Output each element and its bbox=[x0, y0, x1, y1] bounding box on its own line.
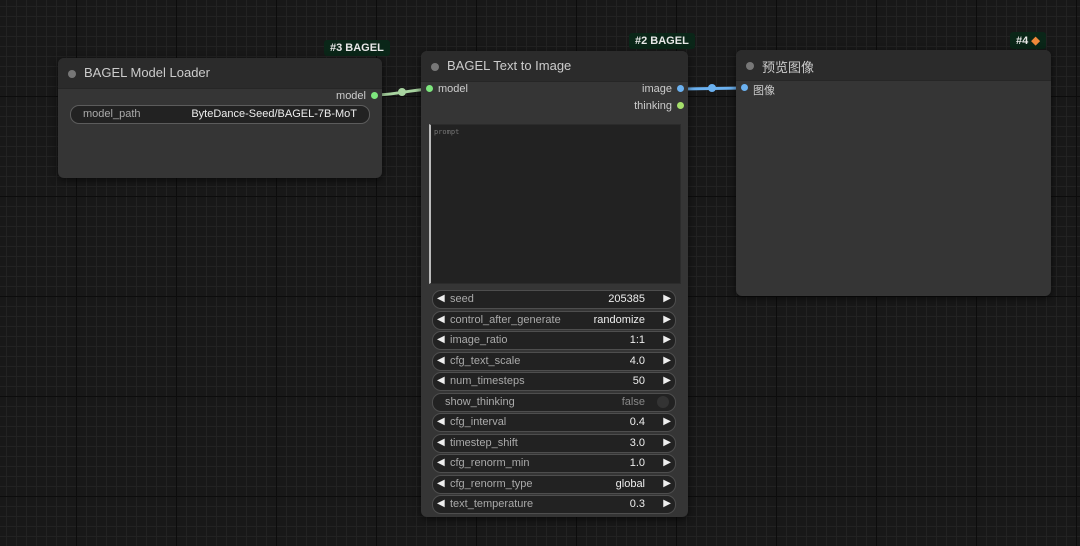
widget-label: image_ratio bbox=[450, 334, 508, 346]
output-slot-image[interactable] bbox=[677, 85, 684, 92]
output-label-image: image bbox=[642, 83, 672, 95]
widget-timestep-shift[interactable]: ◀ ▶ timestep_shift 3.0 bbox=[432, 433, 676, 453]
input-label-image: 图像 bbox=[753, 85, 775, 97]
widget-value: global bbox=[615, 477, 645, 490]
collapse-dot-icon[interactable] bbox=[746, 62, 754, 70]
widget-label: text_temperature bbox=[450, 498, 534, 510]
widget-value: 205385 bbox=[608, 293, 645, 305]
widget-value: 1.0 bbox=[629, 457, 645, 469]
prompt-placeholder: prompt bbox=[434, 128, 460, 136]
toggle-knob-icon[interactable] bbox=[657, 395, 669, 408]
node-header[interactable]: BAGEL Model Loader bbox=[58, 58, 382, 89]
widget-seed[interactable]: ◀ ▶ seed 205385 bbox=[432, 290, 676, 309]
output-slot-model[interactable] bbox=[371, 92, 378, 99]
node-id-badge-preview: #4 ◆ bbox=[1010, 32, 1046, 49]
increment-arrow-icon[interactable]: ▶ bbox=[663, 478, 671, 489]
widget-cfg-text-scale[interactable]: ◀ ▶ cfg_text_scale 4.0 bbox=[432, 351, 676, 371]
widget-image-ratio[interactable]: ◀ ▶ image_ratio 1:1 bbox=[432, 331, 676, 350]
increment-arrow-icon[interactable]: ▶ bbox=[663, 375, 671, 386]
node-preview-image[interactable]: 预览图像 图像 bbox=[736, 50, 1051, 296]
widget-label: cfg_renorm_min bbox=[450, 457, 530, 469]
decrement-arrow-icon[interactable]: ◀ bbox=[437, 334, 445, 345]
node-header[interactable]: BAGEL Text to Image bbox=[421, 51, 688, 82]
increment-arrow-icon[interactable]: ▶ bbox=[663, 314, 671, 325]
widget-num-timesteps[interactable]: ◀ ▶ num_timesteps 50 bbox=[432, 372, 676, 391]
input-label-model: model bbox=[438, 83, 468, 95]
decrement-arrow-icon[interactable]: ◀ bbox=[437, 355, 445, 366]
node-bagel-text-to-image[interactable]: BAGEL Text to Image model image thinking… bbox=[421, 51, 688, 517]
increment-arrow-icon[interactable]: ▶ bbox=[663, 457, 671, 468]
widget-value: 3.0 bbox=[629, 436, 645, 449]
node-id-badge-loader: #3 BAGEL bbox=[324, 40, 390, 56]
model-link-midpoint[interactable] bbox=[398, 88, 406, 96]
node-header[interactable]: 预览图像 bbox=[736, 50, 1051, 81]
widget-value: false bbox=[621, 395, 645, 408]
widget-label: show_thinking bbox=[445, 395, 515, 408]
decrement-arrow-icon[interactable]: ◀ bbox=[437, 375, 445, 386]
widget-value: ByteDance-Seed/BAGEL-7B-MoT bbox=[191, 108, 357, 120]
decrement-arrow-icon[interactable]: ◀ bbox=[437, 457, 445, 468]
widget-label: model_path bbox=[83, 108, 141, 120]
widget-label: timestep_shift bbox=[450, 436, 518, 449]
image-link-midpoint[interactable] bbox=[708, 84, 716, 92]
prompt-textarea[interactable]: prompt bbox=[429, 124, 681, 284]
widget-cfg-interval[interactable]: ◀ ▶ cfg_interval 0.4 bbox=[432, 413, 676, 432]
collapse-dot-icon[interactable] bbox=[431, 63, 439, 71]
widget-label: seed bbox=[450, 293, 474, 305]
increment-arrow-icon[interactable]: ▶ bbox=[663, 416, 671, 427]
widget-value: 4.0 bbox=[629, 354, 645, 367]
widget-label: cfg_text_scale bbox=[450, 354, 521, 367]
widget-show-thinking[interactable]: show_thinking false bbox=[432, 392, 676, 412]
model-path-widget[interactable]: model_path ByteDance-Seed/BAGEL-7B-MoT bbox=[70, 105, 370, 124]
widget-control-after-generate[interactable]: ◀ ▶ control_after_generate randomize bbox=[432, 310, 676, 330]
increment-arrow-icon[interactable]: ▶ bbox=[663, 355, 671, 366]
decrement-arrow-icon[interactable]: ◀ bbox=[437, 478, 445, 489]
fox-icon: ◆ bbox=[1031, 35, 1040, 47]
node-title: BAGEL Text to Image bbox=[447, 58, 572, 73]
widget-value: 1:1 bbox=[629, 334, 645, 346]
decrement-arrow-icon[interactable]: ◀ bbox=[437, 416, 445, 427]
node-title: BAGEL Model Loader bbox=[84, 65, 210, 80]
output-slot-thinking[interactable] bbox=[677, 102, 684, 109]
decrement-arrow-icon[interactable]: ◀ bbox=[437, 314, 445, 325]
widget-label: cfg_interval bbox=[450, 416, 507, 428]
node-id: #4 bbox=[1016, 35, 1029, 47]
increment-arrow-icon[interactable]: ▶ bbox=[663, 293, 671, 304]
widget-cfg-renorm-min[interactable]: ◀ ▶ cfg_renorm_min 1.0 bbox=[432, 454, 676, 473]
collapse-dot-icon[interactable] bbox=[68, 70, 76, 78]
widget-label: num_timesteps bbox=[450, 375, 525, 387]
widget-label: control_after_generate bbox=[450, 313, 561, 326]
increment-arrow-icon[interactable]: ▶ bbox=[663, 498, 671, 509]
input-slot-image[interactable] bbox=[741, 84, 748, 91]
increment-arrow-icon[interactable]: ▶ bbox=[663, 334, 671, 345]
decrement-arrow-icon[interactable]: ◀ bbox=[437, 498, 445, 509]
decrement-arrow-icon[interactable]: ◀ bbox=[437, 293, 445, 304]
output-label-model: model bbox=[336, 90, 366, 102]
widget-value: 0.4 bbox=[629, 416, 645, 428]
widget-value: randomize bbox=[593, 313, 645, 326]
widget-label: cfg_renorm_type bbox=[450, 477, 533, 490]
increment-arrow-icon[interactable]: ▶ bbox=[663, 437, 671, 448]
node-title: 预览图像 bbox=[762, 60, 815, 75]
widget-text-temperature[interactable]: ◀ ▶ text_temperature 0.3 bbox=[432, 495, 676, 514]
output-label-thinking: thinking bbox=[634, 100, 672, 112]
decrement-arrow-icon[interactable]: ◀ bbox=[437, 437, 445, 448]
widget-value: 0.3 bbox=[629, 498, 645, 510]
input-slot-model[interactable] bbox=[426, 85, 433, 92]
node-id-badge-t2i: #2 BAGEL bbox=[629, 33, 695, 49]
widget-value: 50 bbox=[632, 375, 645, 387]
node-bagel-model-loader[interactable]: BAGEL Model Loader model model_path Byte… bbox=[58, 58, 382, 178]
widget-cfg-renorm-type[interactable]: ◀ ▶ cfg_renorm_type global bbox=[432, 474, 676, 494]
